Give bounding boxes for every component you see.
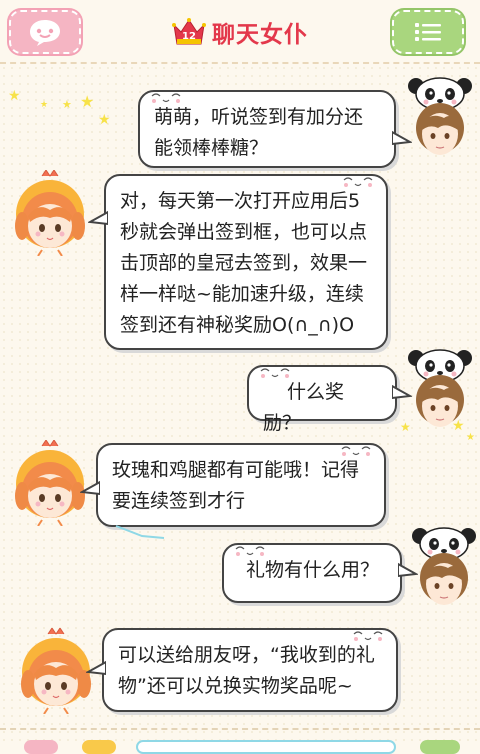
message-bubble-left[interactable]: 玫瑰和鸡腿都有可能哦！记得要连续签到才行 xyxy=(96,443,386,527)
kaomoji-face-icon xyxy=(343,177,373,188)
gift-button[interactable] xyxy=(82,740,116,754)
girl-chick-avatar[interactable] xyxy=(16,628,96,714)
kaomoji-face-icon xyxy=(353,631,383,642)
kaomoji-face-icon xyxy=(341,446,371,457)
emoji-button[interactable] xyxy=(24,740,58,754)
boy-panda-avatar[interactable] xyxy=(400,74,480,160)
kaomoji-face-icon xyxy=(151,93,181,104)
kaomoji-face-icon xyxy=(235,546,265,557)
top-bar: 12 聊天女仆 xyxy=(0,0,480,64)
kaomoji-face-icon xyxy=(260,368,290,379)
bubble-tail-icon xyxy=(80,480,100,496)
message-text: 萌萌，听说签到有加分还能领棒棒糖？ xyxy=(154,106,364,159)
message-bubble-right[interactable]: 什么奖励？ xyxy=(247,365,397,434)
message-input[interactable] xyxy=(136,740,396,754)
message-text: 可以送给朋友呀，“我收到的礼物”还可以兑换实物奖品呢~ xyxy=(118,644,375,697)
message-bubble-right[interactable]: 萌萌，听说签到有加分还能领棒棒糖？ xyxy=(138,90,396,168)
input-bar-divider xyxy=(0,728,480,730)
crown-sign-in-button[interactable]: 12 xyxy=(172,17,206,47)
page-title: 聊天女仆 xyxy=(212,22,308,48)
star-icon: ★ xyxy=(466,432,475,443)
boy-panda-avatar[interactable] xyxy=(404,524,480,610)
star-icon: ★ xyxy=(80,92,95,111)
girl-chick-avatar[interactable] xyxy=(10,170,90,256)
girl-chick-avatar[interactable] xyxy=(10,440,90,526)
star-icon: ★ xyxy=(40,100,49,110)
menu-list-icon xyxy=(415,23,441,41)
bubble-tail-icon xyxy=(86,660,106,676)
menu-button[interactable] xyxy=(392,10,464,54)
star-icon: ★ xyxy=(8,88,21,104)
message-text: 礼物有什么用？ xyxy=(246,559,380,581)
star-icon: ★ xyxy=(62,98,72,111)
message-bubble-right[interactable]: 礼物有什么用？ xyxy=(222,543,402,603)
sparkle-icon xyxy=(115,525,165,539)
bubble-tail-icon xyxy=(88,210,108,226)
message-text: 对，每天第一次打开应用后5秒就会弹出签到框，也可以点击顶部的皇冠去签到，效果一样… xyxy=(120,190,368,336)
message-bubble-left[interactable]: 对，每天第一次打开应用后5秒就会弹出签到框，也可以点击顶部的皇冠去签到，效果一样… xyxy=(104,174,388,350)
message-text: 玫瑰和鸡腿都有可能哦！记得要连续签到才行 xyxy=(112,459,360,512)
message-bubble-left[interactable]: 可以送给朋友呀，“我收到的礼物”还可以兑换实物奖品呢~ xyxy=(102,628,398,712)
send-button[interactable] xyxy=(420,740,460,754)
crown-level: 12 xyxy=(182,31,196,42)
boy-panda-avatar[interactable] xyxy=(400,346,480,432)
star-icon: ★ xyxy=(98,112,111,128)
